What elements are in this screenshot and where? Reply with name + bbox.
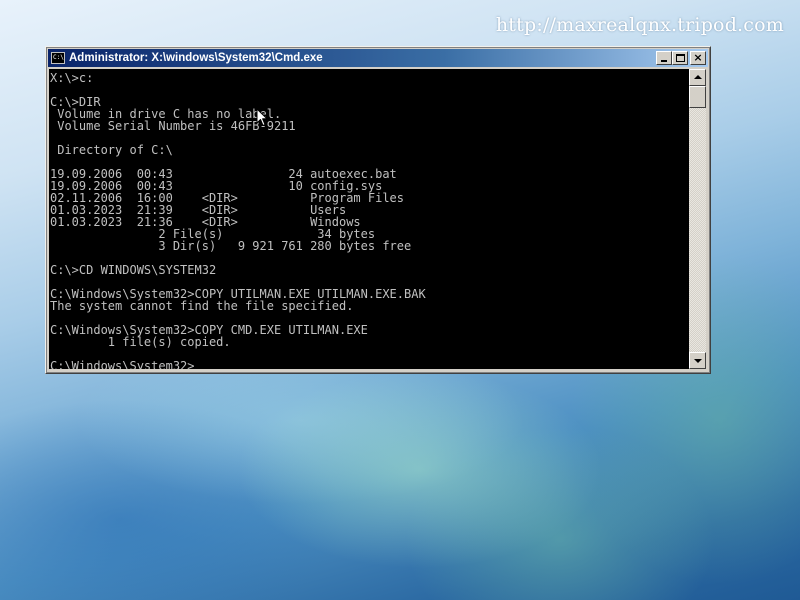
cmd-icon[interactable]: C:\ <box>51 52 65 64</box>
maximize-icon <box>676 54 685 62</box>
maximize-button[interactable] <box>672 51 688 65</box>
window-title: Administrator: X:\windows\System32\Cmd.e… <box>69 52 323 64</box>
arrow-down-icon <box>694 359 702 363</box>
console-text: X:\>c: C:\>DIR Volume in drive C has no … <box>50 71 426 369</box>
command-prompt-window[interactable]: C:\ Administrator: X:\windows\System32\C… <box>45 46 711 374</box>
vertical-scrollbar[interactable] <box>689 69 706 369</box>
arrow-up-icon <box>694 75 702 79</box>
watermark-url: http://maxrealqnx.tripod.com <box>495 14 784 36</box>
close-icon: × <box>693 51 703 64</box>
scroll-up-button[interactable] <box>689 69 706 86</box>
title-bar[interactable]: C:\ Administrator: X:\windows\System32\C… <box>48 49 708 67</box>
minimize-button[interactable] <box>656 51 672 65</box>
window-controls: × <box>656 51 706 65</box>
mouse-pointer-icon <box>256 108 268 126</box>
console-output-area[interactable]: X:\>c: C:\>DIR Volume in drive C has no … <box>49 69 689 369</box>
scrollbar-thumb[interactable] <box>689 86 706 108</box>
scroll-down-button[interactable] <box>689 352 706 369</box>
close-button[interactable]: × <box>690 51 706 65</box>
minimize-icon <box>661 60 667 62</box>
